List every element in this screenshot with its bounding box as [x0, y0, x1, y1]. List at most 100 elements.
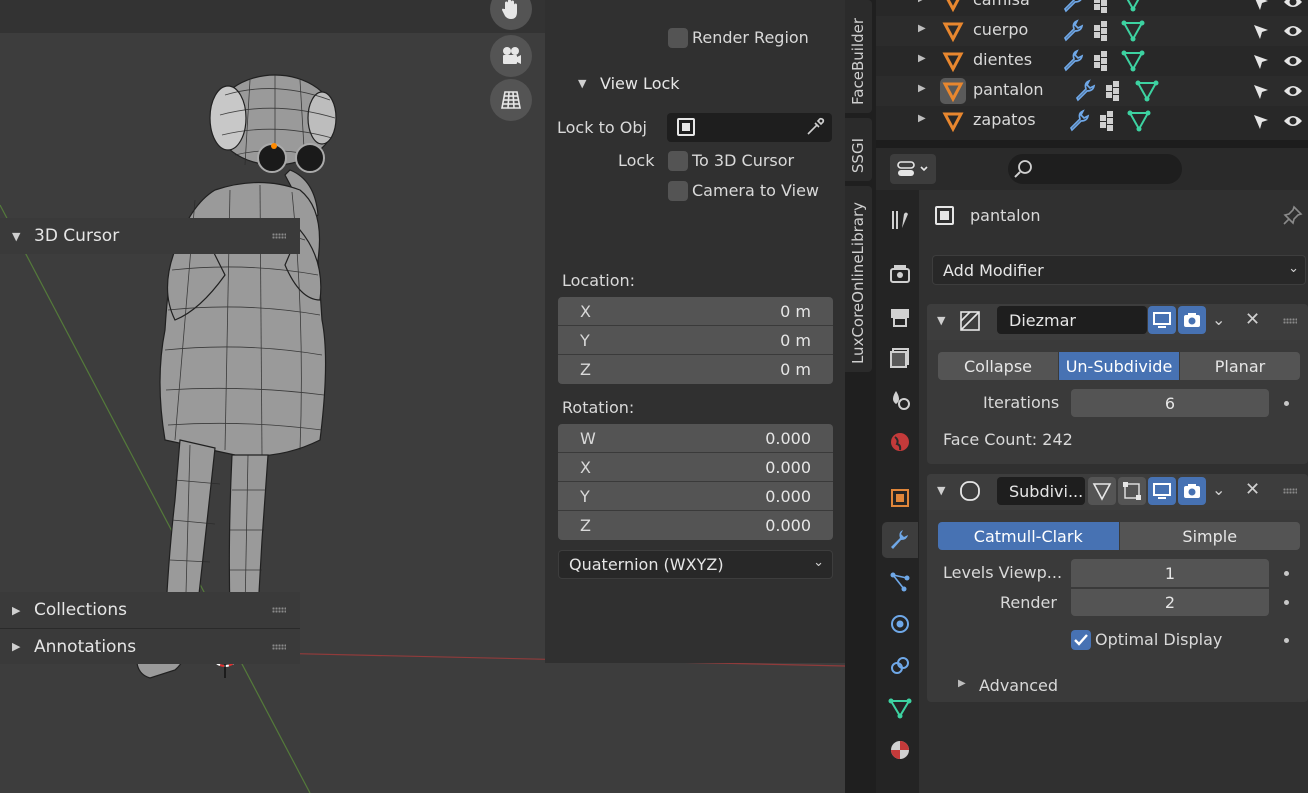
- rotation-z-field[interactable]: Z 0.000: [558, 511, 833, 540]
- close-icon[interactable]: ✕: [1245, 479, 1260, 500]
- decimate-mode-selector: Collapse Un-Subdivide Planar: [938, 352, 1300, 380]
- location-x-field[interactable]: X 0 m: [558, 297, 833, 326]
- advanced-subpanel-header[interactable]: Advanced: [979, 676, 1058, 695]
- drag-grip-icon[interactable]: [272, 233, 286, 239]
- drag-grip-icon[interactable]: [1283, 318, 1297, 324]
- 3d-cursor-panel-header[interactable]: ▼ 3D Cursor: [0, 218, 300, 254]
- pin-icon[interactable]: [1282, 204, 1304, 230]
- rotation-w-field[interactable]: W 0.000: [558, 424, 833, 453]
- annotations-panel-header[interactable]: ▶ Annotations: [0, 628, 300, 664]
- render-region-label: Render Region: [692, 28, 809, 47]
- collapse-triangle-icon[interactable]: ▼: [937, 484, 945, 497]
- axis-label: Z: [580, 360, 591, 379]
- expand-triangle-icon: ▶: [12, 603, 21, 617]
- tab-modifiers[interactable]: [882, 522, 918, 558]
- face-count-text: Face Count: 242: [943, 430, 1073, 449]
- ortho-grid-icon[interactable]: [490, 79, 532, 121]
- drag-grip-icon[interactable]: [272, 607, 286, 613]
- tab-particles[interactable]: [882, 564, 918, 600]
- object-box-icon: [677, 118, 695, 136]
- add-modifier-label: Add Modifier: [943, 261, 1044, 280]
- type-simple-button[interactable]: Simple: [1119, 522, 1300, 550]
- 3d-cursor-title: 3D Cursor: [34, 226, 120, 246]
- rotation-mode-value: Quaternion (WXYZ): [569, 555, 724, 574]
- tab-ssgi[interactable]: SSGI: [845, 118, 872, 181]
- tab-scene[interactable]: [882, 382, 918, 418]
- axis-value: 0 m: [780, 360, 811, 379]
- axis-value: 0 m: [780, 331, 811, 350]
- to-3d-cursor-label: To 3D Cursor: [692, 151, 795, 170]
- monitor-icon[interactable]: [1148, 306, 1176, 334]
- subdivision-name-field[interactable]: Subdivi...: [997, 477, 1085, 505]
- axis-value: 0.000: [765, 516, 811, 535]
- tab-luxcoreonlinelibrary[interactable]: LuxCoreOnlineLibrary: [845, 186, 872, 372]
- rotation-mode-dropdown[interactable]: Quaternion (WXYZ) ⌄: [558, 550, 833, 579]
- to-3d-cursor-checkbox[interactable]: [668, 151, 688, 171]
- rotation-y-field[interactable]: Y 0.000: [558, 482, 833, 511]
- tab-object[interactable]: [882, 480, 918, 516]
- monitor-icon[interactable]: [1148, 477, 1176, 505]
- expand-triangle-icon[interactable]: ▶: [958, 678, 966, 689]
- edit-mode-icon[interactable]: [1118, 477, 1146, 505]
- tab-facebuilder[interactable]: FaceBuilder: [845, 0, 872, 113]
- subdivision-modifier-icon: [958, 479, 982, 507]
- type-catmull-clark-button[interactable]: Catmull-Clark: [938, 522, 1120, 550]
- mode-unsubdivide-button[interactable]: Un-Subdivide: [1059, 352, 1180, 380]
- keyframe-dot[interactable]: [1284, 638, 1289, 643]
- camera-render-icon[interactable]: [1178, 306, 1206, 334]
- location-y-field[interactable]: Y 0 m: [558, 326, 833, 355]
- render-region-checkbox[interactable]: [668, 28, 688, 48]
- close-icon[interactable]: ✕: [1245, 309, 1260, 330]
- eyedropper-icon[interactable]: [804, 116, 826, 142]
- object-box-icon: [935, 206, 954, 225]
- editor-type-dropdown[interactable]: [890, 154, 936, 184]
- axis-label: W: [580, 429, 596, 448]
- rotation-x-field[interactable]: X 0.000: [558, 453, 833, 482]
- lock-label: Lock: [618, 151, 655, 170]
- axis-label: Y: [580, 487, 590, 506]
- mode-collapse-button[interactable]: Collapse: [938, 352, 1059, 380]
- tab-material[interactable]: [882, 732, 918, 768]
- view-lock-panel-header[interactable]: ▼ View Lock: [545, 66, 845, 100]
- edit-cage-icon[interactable]: [1088, 477, 1116, 505]
- tab-constraints[interactable]: [882, 648, 918, 684]
- collections-panel-header[interactable]: ▶ Collections: [0, 592, 300, 628]
- decimate-modifier-icon: [958, 309, 982, 337]
- location-z-field[interactable]: Z 0 m: [558, 355, 833, 384]
- add-modifier-dropdown[interactable]: Add Modifier ⌄: [932, 255, 1306, 285]
- chevron-down-icon[interactable]: ⌄: [1212, 310, 1225, 329]
- tab-view-layer[interactable]: [882, 340, 918, 376]
- keyframe-dot[interactable]: [1284, 401, 1289, 406]
- tab-object-data[interactable]: [882, 690, 918, 726]
- tab-world[interactable]: [882, 424, 918, 460]
- tab-output[interactable]: [882, 299, 918, 335]
- collapse-triangle-icon[interactable]: ▼: [937, 314, 945, 327]
- keyframe-dot[interactable]: [1284, 600, 1289, 605]
- camera-to-view-checkbox[interactable]: [668, 181, 688, 201]
- render-levels-label: Render: [1000, 593, 1057, 612]
- render-levels-field[interactable]: 2: [1071, 588, 1269, 616]
- drag-grip-icon[interactable]: [272, 644, 286, 650]
- camera-view-icon[interactable]: [490, 35, 532, 77]
- tab-tool[interactable]: [882, 202, 918, 238]
- iterations-field[interactable]: 6: [1071, 389, 1269, 417]
- mode-planar-button[interactable]: Planar: [1180, 352, 1300, 380]
- keyframe-dot[interactable]: [1284, 571, 1289, 576]
- properties-search-input[interactable]: [1008, 154, 1182, 184]
- camera-render-icon[interactable]: [1178, 477, 1206, 505]
- iterations-label: Iterations: [983, 393, 1060, 412]
- object-icon: [891, 489, 909, 507]
- decimate-name-field[interactable]: Diezmar: [997, 306, 1147, 334]
- drag-grip-icon[interactable]: [1283, 488, 1297, 494]
- axis-value: 0.000: [765, 487, 811, 506]
- tab-label: FaceBuilder: [849, 18, 867, 105]
- tab-physics[interactable]: [882, 606, 918, 642]
- axis-label: Z: [580, 516, 591, 535]
- chevron-down-icon[interactable]: ⌄: [1212, 480, 1225, 499]
- tab-render[interactable]: [882, 256, 918, 292]
- particles-icon: [890, 572, 910, 592]
- world-icon: [891, 433, 909, 451]
- lock-object-field[interactable]: [667, 113, 832, 142]
- levels-viewport-field[interactable]: 1: [1071, 559, 1269, 587]
- optimal-display-checkbox[interactable]: [1071, 630, 1091, 650]
